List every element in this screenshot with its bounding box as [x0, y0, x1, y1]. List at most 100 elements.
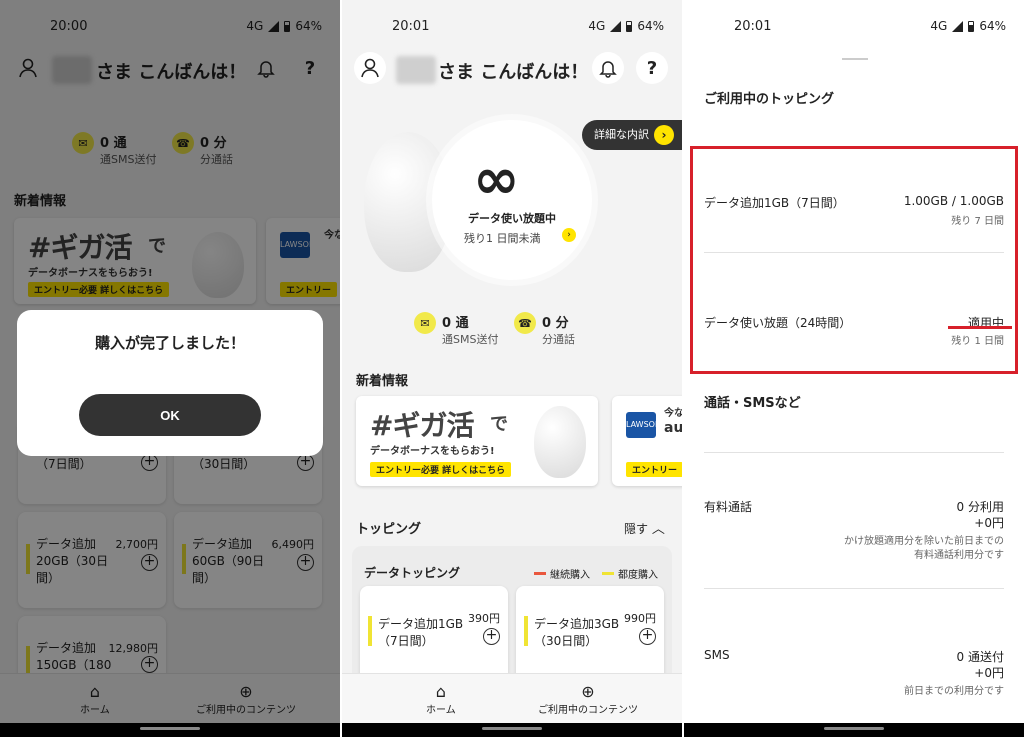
topping-price: 990円: [624, 612, 656, 625]
nav-home[interactable]: ⌂ ホーム: [426, 682, 456, 716]
active-topping-title: ご利用中のトッピング: [704, 92, 835, 107]
signal-icon: [952, 20, 964, 32]
topping-name: データ追加1GB （7日間）: [378, 617, 464, 648]
user-icon[interactable]: [354, 52, 386, 84]
screen-purchase-complete: 20:00 4G 64% さま こんばんは！ ? ✉ 0 通通SMS送付 ☎ 0…: [0, 0, 340, 737]
status-bar: 20:01 4G 64%: [342, 0, 682, 52]
lawson-logo: LAWSON: [626, 412, 661, 438]
greeting-row: さま こんばんは！ ?: [342, 50, 682, 90]
legend-each-label: 都度購入: [618, 570, 658, 581]
phone-icon: ☎: [514, 312, 536, 334]
unlimited-remain: 残り1 日間未満: [464, 232, 541, 245]
lawson-banner[interactable]: LAWSON 今な au エントリー: [612, 396, 682, 486]
nav-home-label: ホーム: [426, 705, 456, 716]
bell-icon[interactable]: [592, 52, 624, 84]
data-topping-section: データトッピング 継続購入 都度購入 データ追加1GB （7日間） 390円 +…: [352, 546, 672, 686]
bottom-nav: ⌂ ホーム ⊕ ご利用中のコンテンツ: [342, 673, 682, 723]
data-topping-title: データトッピング: [364, 566, 461, 580]
call-value: 0 分: [542, 316, 569, 331]
dialog-message: 購入が完了しました！: [94, 334, 245, 352]
battery-icon: [968, 20, 975, 32]
topping-card[interactable]: データ追加1GB （7日間） 390円 +: [360, 586, 508, 682]
gesture-pill[interactable]: [140, 727, 200, 730]
banner-headline-de: で: [490, 414, 508, 435]
gesture-pill[interactable]: [482, 727, 542, 730]
purchase-type-bar: [524, 616, 528, 646]
legend-continuous: 継続購入: [534, 566, 590, 581]
legend-each: 都度購入: [602, 566, 658, 581]
sms-value: 0 通: [442, 316, 469, 331]
screen-home: 20:01 4G 64% さま こんばんは！ ? ∞ データ使い放題中 残り1 …: [342, 0, 682, 737]
mascot-image: [534, 406, 586, 478]
user-name-blurred: [396, 56, 436, 84]
gesture-bar: [0, 723, 340, 737]
topping-name: データ追加3GB （30日間）: [534, 617, 620, 648]
hide-toggle[interactable]: 隠す ︿: [624, 518, 665, 537]
chevron-up-icon: ︿: [651, 522, 665, 537]
divider: [704, 252, 1004, 253]
signal-icon: [610, 20, 622, 32]
topping-row: データ使い放題（24時間） 適用中 残り 1 日間: [704, 314, 1004, 354]
legend-continuous-label: 継続購入: [550, 570, 590, 581]
sms-row: SMS 0 通送付 +0円 前日までの利用分です: [704, 648, 1004, 697]
news-title: 新着情報: [356, 374, 409, 389]
legend-each-swatch: [602, 572, 614, 575]
paid-call-label: 有料通話: [704, 500, 753, 514]
sheet-drag-handle[interactable]: [842, 58, 868, 60]
banner-headline: #ギガ活: [370, 409, 474, 442]
divider: [704, 588, 1004, 589]
call-stat: ☎ 0 分分通話: [514, 312, 575, 347]
battery-level: 64%: [637, 19, 664, 33]
call-label: 分通話: [542, 333, 575, 346]
detail-breakdown-button[interactable]: 詳細な内訳 ›: [582, 120, 682, 150]
paid-call-price: +0円: [974, 516, 1004, 530]
paid-call-row: 有料通話 0 分利用 +0円 かけ放題適用分を除いた前日までの 有料通話利用分で…: [704, 498, 1004, 562]
hide-label: 隠す: [624, 522, 649, 536]
detail-button-label: 詳細な内訳: [594, 128, 649, 141]
chevron-right-icon: ›: [562, 228, 576, 242]
topping-card[interactable]: データ追加3GB （30日間） 990円 +: [516, 586, 664, 682]
topping-price: 390円: [468, 612, 500, 625]
nav-contents-label: ご利用中のコンテンツ: [538, 705, 638, 716]
greeting-text: さま こんばんは！: [438, 62, 589, 83]
battery-level: 64%: [979, 19, 1006, 33]
gesture-pill[interactable]: [824, 727, 884, 730]
add-icon[interactable]: +: [483, 628, 500, 645]
screen-topping-detail: 20:01 4G 64% ご利用中のトッピング データ追加1GB（7日間） 1.…: [684, 0, 1024, 737]
network-label: 4G: [930, 19, 948, 33]
status-bar: 20:01 4G 64%: [684, 0, 1024, 52]
divider: [704, 452, 1004, 453]
sms-label: 通SMS送付: [442, 333, 499, 346]
help-icon[interactable]: ?: [636, 52, 668, 84]
nav-contents[interactable]: ⊕ ご利用中のコンテンツ: [538, 682, 638, 716]
giga-katsu-banner[interactable]: #ギガ活 で データボーナスをもらおう! エントリー必要 詳しくはこちら: [356, 396, 598, 486]
topping-row: データ追加1GB（7日間） 1.00GB / 1.00GB 残り 7 日間: [704, 194, 1004, 234]
sms-stat: ✉ 0 通通SMS送付: [414, 312, 498, 347]
highlight-underline: [948, 326, 1012, 329]
paid-call-note1: かけ放題適用分を除いた前日までの: [844, 536, 1004, 547]
paid-call-value: 0 分利用: [956, 500, 1004, 514]
topping-row-remaining: 残り 1 日間: [951, 336, 1004, 347]
gesture-bar: [342, 723, 682, 737]
purchase-type-bar: [368, 616, 372, 646]
status-right: 4G 64%: [930, 19, 1006, 33]
topping-row-value: 1.00GB / 1.00GB: [903, 194, 1004, 208]
ok-button[interactable]: OK: [79, 394, 261, 436]
infinity-icon: ∞: [473, 147, 520, 212]
status-time: 20:01: [734, 19, 772, 34]
banner-subtext: データボーナスをもらおう!: [370, 446, 495, 457]
call-sms-title: 通話・SMSなど: [704, 396, 801, 411]
paid-call-note2: 有料通話利用分です: [914, 550, 1004, 561]
sms-icon: ✉: [414, 312, 436, 334]
topping-title: トッピング: [356, 522, 422, 537]
add-icon[interactable]: +: [639, 628, 656, 645]
lawson-banner-text: 今な: [664, 408, 682, 419]
topping-row-label: データ追加1GB（7日間）: [704, 196, 845, 210]
purchase-complete-dialog: 購入が完了しました！ OK: [17, 310, 323, 456]
unlimited-title: データ使い放題中: [468, 212, 556, 225]
sms-value: 0 通送付: [956, 650, 1004, 664]
unlimited-status-circle[interactable]: ∞ データ使い放題中 残り1 日間未満 ›: [432, 120, 592, 280]
lawson-banner-tag: エントリー: [626, 462, 682, 477]
topping-row-remaining: 残り 7 日間: [951, 216, 1004, 227]
status-time: 20:01: [392, 19, 430, 34]
